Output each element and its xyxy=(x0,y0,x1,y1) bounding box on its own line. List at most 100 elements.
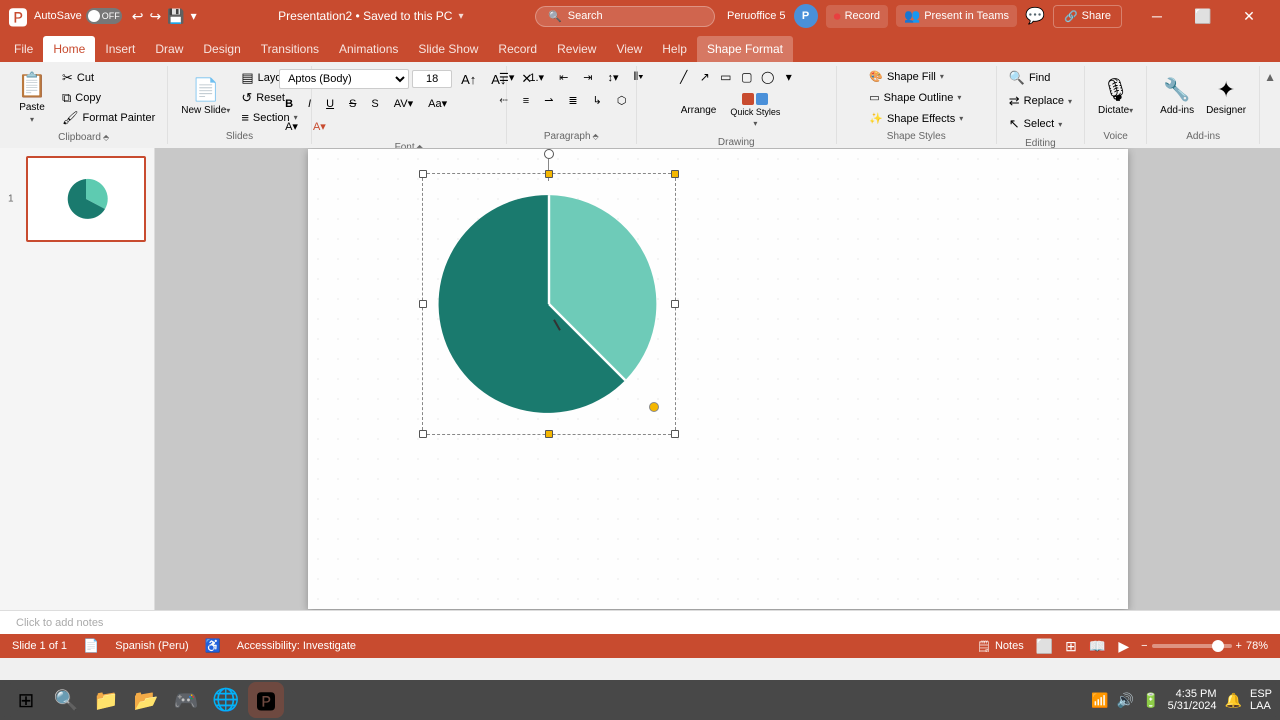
normal-view-icon[interactable]: ⬜ xyxy=(1036,638,1053,655)
font-label[interactable]: Font ⬘ xyxy=(316,140,502,148)
tab-file[interactable]: File xyxy=(4,36,43,62)
select-button[interactable]: ↖ Select ▾ xyxy=(1005,114,1067,134)
customize-icon[interactable]: ▾ xyxy=(191,9,197,23)
handle-bl[interactable] xyxy=(419,430,427,438)
line-spacing-button[interactable]: ↕▾ xyxy=(602,68,625,87)
text-direction-button[interactable]: ↳ xyxy=(587,91,608,110)
replace-button[interactable]: ⇄ Replace ▾ xyxy=(1005,91,1076,111)
folder-taskbar-button[interactable]: 📂 xyxy=(128,682,164,718)
paste-button[interactable]: 📋 Paste ▾ xyxy=(8,68,56,127)
font-size-input[interactable] xyxy=(412,70,452,88)
char-spacing-button[interactable]: AV▾ xyxy=(388,94,419,113)
designer-button[interactable]: ✦ Designer xyxy=(1201,68,1251,124)
font-name-select[interactable]: Aptos (Body) xyxy=(279,69,409,89)
collapse-ribbon-button[interactable]: ▲ xyxy=(1264,70,1276,84)
slide-thumbnail[interactable] xyxy=(26,156,146,242)
paragraph-label[interactable]: Paragraph ⬘ xyxy=(511,129,632,144)
clipboard-label[interactable]: Clipboard ⬘ xyxy=(4,130,163,145)
tab-animations[interactable]: Animations xyxy=(329,36,408,62)
drawing-label[interactable]: Drawing xyxy=(641,135,832,148)
more-shapes[interactable]: ▾ xyxy=(780,68,798,86)
shape-fill-button[interactable]: 🎨 Shape Fill ▾ xyxy=(865,68,948,85)
handle-tr[interactable] xyxy=(671,170,679,178)
line-tool[interactable]: ╱ xyxy=(675,68,693,86)
search-taskbar-button[interactable]: 🔍 xyxy=(48,682,84,718)
handle-mr[interactable] xyxy=(671,300,679,308)
browser-taskbar-button[interactable]: 🌐 xyxy=(208,682,244,718)
search-box[interactable]: 🔍 Search xyxy=(535,6,715,27)
ellipse-tool[interactable]: ◯ xyxy=(759,68,777,86)
numbering-button[interactable]: 1.▾ xyxy=(523,68,550,87)
tab-record[interactable]: Record xyxy=(488,36,547,62)
rotate-handle[interactable] xyxy=(544,149,554,159)
copy-button[interactable]: ⧉ Copy xyxy=(58,88,159,108)
tab-help[interactable]: Help xyxy=(652,36,697,62)
shadow-button[interactable]: S xyxy=(365,95,384,113)
rounded-rect-tool[interactable]: ▢ xyxy=(738,68,756,86)
cut-button[interactable]: ✂ Cut xyxy=(58,68,159,88)
notes-area[interactable]: Click to add notes xyxy=(0,610,1280,634)
minimize-button[interactable]: ─ xyxy=(1134,0,1180,32)
tab-home[interactable]: Home xyxy=(43,36,95,62)
handle-ml[interactable] xyxy=(419,300,427,308)
quick-styles-button[interactable]: Quick Styles ▾ xyxy=(725,90,785,131)
text-highlight-button[interactable]: A▾ xyxy=(279,117,304,136)
editing-label[interactable]: Editing xyxy=(1001,136,1080,148)
tab-draw[interactable]: Draw xyxy=(145,36,193,62)
zoom-out-icon[interactable]: − xyxy=(1141,640,1147,652)
align-center-button[interactable]: ≡ xyxy=(517,92,535,110)
increase-font-button[interactable]: A↑ xyxy=(455,69,482,90)
autosave-toggle[interactable]: OFF xyxy=(86,8,122,24)
present-in-teams-button[interactable]: 👥 Present in Teams xyxy=(896,5,1017,27)
grid-view-icon[interactable]: ⊞ xyxy=(1065,638,1077,655)
tab-slideshow[interactable]: Slide Show xyxy=(408,36,488,62)
title-dropdown[interactable]: ▾ xyxy=(458,11,463,22)
shape-effects-button[interactable]: ✨ Shape Effects ▾ xyxy=(865,110,967,127)
volume-icon[interactable]: 🔊 xyxy=(1117,692,1134,709)
share-button[interactable]: 🔗 Share xyxy=(1053,5,1122,28)
taskbar-clock[interactable]: 4:35 PM 5/31/2024 xyxy=(1168,688,1217,712)
reading-view-icon[interactable]: 📖 xyxy=(1089,638,1106,655)
underline-button[interactable]: U xyxy=(320,95,340,113)
powerpoint-taskbar-button[interactable]: 🅿 xyxy=(248,682,284,718)
tab-shape-format[interactable]: Shape Format xyxy=(697,36,793,62)
record-button[interactable]: ⏺ Record xyxy=(826,5,888,28)
maximize-button[interactable]: ⬜ xyxy=(1180,0,1226,32)
handle-tl[interactable] xyxy=(419,170,427,178)
bold-button[interactable]: B xyxy=(279,95,299,113)
arrow-tool[interactable]: ↗ xyxy=(696,68,714,86)
justify-button[interactable]: ≣ xyxy=(562,91,583,110)
zoom-percent[interactable]: 78% xyxy=(1246,640,1268,652)
new-slide-button[interactable]: 📄 New Slide ▾ xyxy=(176,68,235,124)
find-button[interactable]: 🔍 Find xyxy=(1005,68,1055,88)
present-icon[interactable]: ▶ xyxy=(1118,638,1129,655)
notes-button[interactable]: 🗒 Notes xyxy=(977,640,1024,653)
tab-review[interactable]: Review xyxy=(547,36,606,62)
zoom-in-icon[interactable]: + xyxy=(1236,640,1242,652)
addins-button[interactable]: 🔧 Add-ins xyxy=(1155,68,1199,124)
rect-tool[interactable]: ▭ xyxy=(717,68,735,86)
text-case-button[interactable]: Aa▾ xyxy=(422,94,453,113)
undo-icon[interactable]: ↩ xyxy=(132,8,144,25)
wifi-icon[interactable]: 📶 xyxy=(1091,692,1108,709)
tab-view[interactable]: View xyxy=(606,36,652,62)
bullets-button[interactable]: ☰▾ xyxy=(493,68,520,87)
shape-outline-button[interactable]: ▭ Shape Outline ▾ xyxy=(865,89,965,106)
indent-increase-button[interactable]: ⇥ xyxy=(577,68,598,87)
accessibility-icon[interactable]: ♿ xyxy=(205,638,221,654)
tab-transitions[interactable]: Transitions xyxy=(251,36,329,62)
format-painter-button[interactable]: 🖌 Format Painter xyxy=(58,108,159,128)
font-color-button[interactable]: A▾ xyxy=(307,117,332,136)
italic-button[interactable]: I xyxy=(302,95,317,113)
addins-label[interactable]: Add-ins xyxy=(1151,129,1255,144)
align-right-button[interactable]: ⇀ xyxy=(538,91,559,110)
start-button[interactable]: ⊞ xyxy=(8,682,44,718)
handle-mb[interactable] xyxy=(545,430,553,438)
close-button[interactable]: ✕ xyxy=(1226,0,1272,32)
comments-icon[interactable]: 💬 xyxy=(1025,6,1045,26)
redo-icon[interactable]: ↪ xyxy=(149,8,161,25)
chart-container[interactable] xyxy=(428,179,670,429)
strikethrough-button[interactable]: S xyxy=(343,95,362,113)
indent-decrease-button[interactable]: ⇤ xyxy=(553,68,574,87)
voice-label[interactable]: Voice xyxy=(1089,129,1142,144)
